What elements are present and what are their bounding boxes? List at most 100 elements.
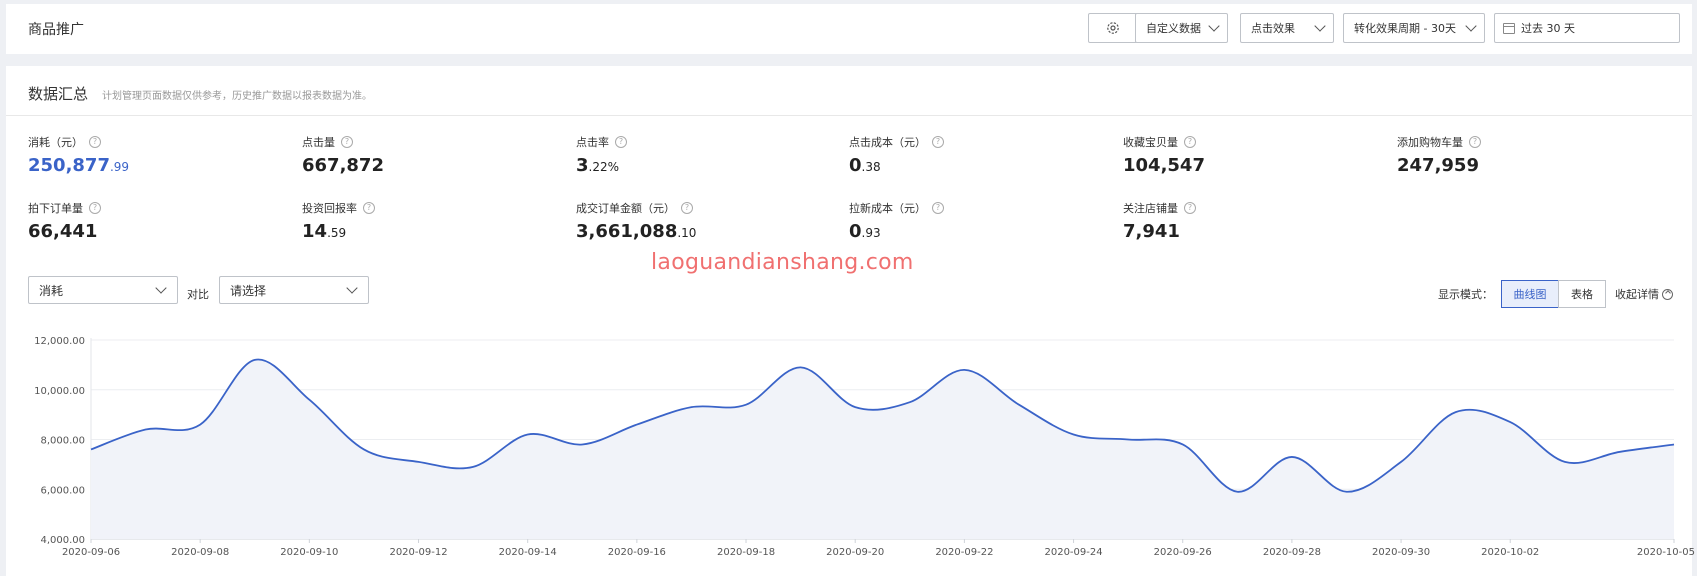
custom-data-dropdown[interactable]: 自定义数据: [1135, 13, 1228, 43]
chevron-down-icon: [346, 282, 358, 294]
y-tick-label: 10,000.00: [34, 386, 85, 397]
area-fill: [91, 359, 1674, 539]
x-tick-label: 2020-09-10: [280, 547, 338, 558]
metric-value-decimal: .22%: [588, 160, 620, 174]
metric-clicks[interactable]: 点击量? 667,872: [302, 134, 384, 176]
metric-value: 247,959: [1397, 155, 1479, 176]
metric-value: 250,877: [28, 155, 110, 176]
help-icon[interactable]: ?: [89, 202, 101, 214]
spend-area-chart: 4,000.00 6,000.00 8,000.00 10,000.00 12,000.…: [34, 336, 1695, 558]
metric-gmv[interactable]: 成交订单金额（元）? 3,661,088.10: [576, 200, 696, 242]
help-icon[interactable]: ?: [932, 202, 944, 214]
metric-value: 3,661,088: [576, 221, 678, 242]
display-mode-label: 显示模式：: [1438, 288, 1493, 301]
x-tick-label: 2020-09-06: [62, 547, 120, 558]
metric-value: 3: [576, 155, 589, 176]
top-bar: 商品推广 自定义数据 点击效果 转化效果周期 - 30天 过去 30 天: [6, 4, 1692, 54]
x-tick-label: 2020-09-30: [1372, 547, 1430, 558]
compare-select[interactable]: 请选择: [219, 276, 369, 304]
y-tick-label: 6,000.00: [40, 485, 85, 496]
chevron-down-icon: [1314, 20, 1326, 32]
y-tick-label: 4,000.00: [40, 535, 85, 546]
conversion-period-dropdown[interactable]: 转化效果周期 - 30天: [1343, 13, 1485, 43]
click-effect-dropdown[interactable]: 点击效果: [1240, 13, 1334, 43]
x-tick-label: 2020-10-05: [1637, 547, 1695, 558]
metric-select[interactable]: 消耗: [28, 276, 178, 304]
metric-ctr[interactable]: 点击率? 3.22%: [576, 134, 627, 176]
metric-label: 消耗（元）: [28, 136, 83, 149]
metric-favorites[interactable]: 收藏宝贝量? 104,547: [1123, 134, 1205, 176]
watermark: laoguandianshang.com: [651, 250, 914, 275]
metric-value-decimal: .99: [109, 160, 130, 174]
metric-value: 667,872: [302, 155, 384, 176]
help-icon[interactable]: ?: [363, 202, 375, 214]
x-tick-label: 2020-09-20: [826, 547, 884, 558]
x-tick-label: 2020-09-08: [171, 547, 229, 558]
metric-value-decimal: .59: [327, 226, 347, 240]
metric-store-follows[interactable]: 关注店铺量? 7,941: [1123, 200, 1196, 242]
chevron-down-icon: [1465, 20, 1477, 32]
collapse-label: 收起详情: [1615, 288, 1659, 301]
metric-label: 点击成本（元）: [849, 136, 926, 149]
x-tick-label: 2020-09-16: [608, 547, 666, 558]
metric-label: 拉新成本（元）: [849, 202, 926, 215]
help-icon[interactable]: ?: [1184, 202, 1196, 214]
help-icon[interactable]: ?: [1184, 136, 1196, 148]
x-tick-label: 2020-09-18: [717, 547, 775, 558]
calendar-icon: [1503, 22, 1515, 34]
help-icon[interactable]: ?: [1469, 136, 1481, 148]
x-tick-label: 2020-09-24: [1044, 547, 1102, 558]
metric-value-decimal: .10: [677, 226, 697, 240]
panel-header: 数据汇总 计划管理页面数据仅供参考，历史推广数据以报表数据为准。: [6, 66, 1692, 116]
chevron-down-icon: [155, 282, 167, 294]
mode-curve-button[interactable]: 曲线图: [1501, 280, 1559, 308]
metric-value-decimal: .38: [861, 160, 881, 174]
x-tick-label: 2020-09-26: [1154, 547, 1212, 558]
summary-title: 数据汇总: [28, 85, 89, 103]
metric-label: 收藏宝贝量: [1123, 136, 1178, 149]
x-tick-label: 2020-09-28: [1263, 547, 1321, 558]
help-icon[interactable]: ?: [932, 136, 944, 148]
chevron-up-circle-icon: [1662, 288, 1673, 300]
metric-orders[interactable]: 拍下订单量? 66,441: [28, 200, 101, 242]
gear-icon: [1107, 22, 1119, 34]
collapse-details-button[interactable]: 收起详情: [1615, 286, 1673, 302]
metric-value: 0: [849, 221, 862, 242]
x-tick-label: 2020-10-02: [1481, 547, 1539, 558]
conversion-period-label: 转化效果周期 - 30天: [1354, 22, 1456, 35]
metric-label: 点击量: [302, 136, 335, 149]
metric-select-value: 消耗: [39, 283, 64, 298]
metric-label: 添加购物车量: [1397, 136, 1463, 149]
metric-spend[interactable]: 消耗（元）? 250,877.99: [28, 134, 129, 176]
metric-label: 关注店铺量: [1123, 202, 1178, 215]
x-tick-label: 2020-09-22: [935, 547, 993, 558]
summary-hint: 计划管理页面数据仅供参考，历史推广数据以报表数据为准。: [102, 91, 372, 102]
metric-roi[interactable]: 投资回报率? 14.59: [302, 200, 375, 242]
metric-value-decimal: .93: [861, 226, 881, 240]
metric-add-to-cart[interactable]: 添加购物车量? 247,959: [1397, 134, 1481, 176]
help-icon[interactable]: ?: [615, 136, 627, 148]
click-effect-label: 点击效果: [1251, 22, 1295, 35]
compare-label: 对比: [187, 288, 209, 301]
metric-value: 66,441: [28, 221, 98, 242]
x-tick-label: 2020-09-12: [389, 547, 447, 558]
date-range-picker[interactable]: 过去 30 天: [1494, 13, 1680, 43]
metric-value: 0: [849, 155, 862, 176]
date-range-label: 过去 30 天: [1521, 22, 1575, 35]
help-icon[interactable]: ?: [681, 202, 693, 214]
help-icon[interactable]: ?: [341, 136, 353, 148]
custom-data-label: 自定义数据: [1146, 22, 1201, 35]
metric-label: 点击率: [576, 136, 609, 149]
mode-table-button[interactable]: 表格: [1558, 280, 1606, 308]
metric-value: 104,547: [1123, 155, 1205, 176]
metric-acquisition-cost[interactable]: 拉新成本（元）? 0.93: [849, 200, 944, 242]
metric-cpc[interactable]: 点击成本（元）? 0.38: [849, 134, 944, 176]
metric-label: 成交订单金额（元）: [576, 202, 675, 215]
help-icon[interactable]: ?: [89, 136, 101, 148]
x-tick-label: 2020-09-14: [499, 547, 557, 558]
metric-value: 7,941: [1123, 221, 1180, 242]
metric-label: 拍下订单量: [28, 202, 83, 215]
metric-value: 14: [302, 221, 328, 242]
compare-select-value: 请选择: [230, 283, 267, 298]
settings-button[interactable]: [1088, 13, 1138, 43]
